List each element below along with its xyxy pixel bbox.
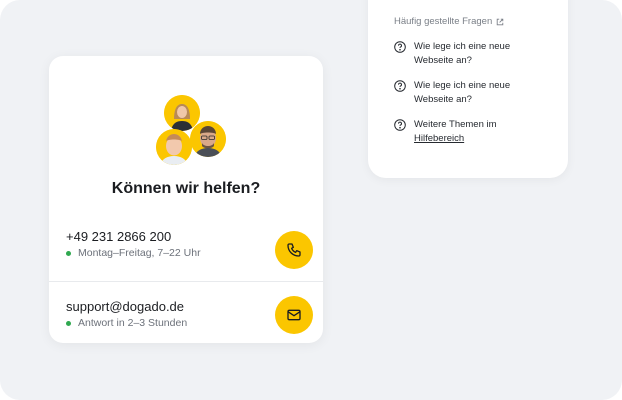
status-dot [66, 250, 71, 256]
status-dot [66, 320, 71, 326]
avatar [190, 121, 226, 157]
contact-card: Können wir helfen? +49 231 2866 200 Mont… [49, 56, 323, 343]
faq-heading-label: Häufig gestellte Fragen [394, 16, 493, 27]
phone-hours-text: Montag–Freitag, 7–22 Uhr [78, 247, 201, 259]
call-button[interactable] [275, 231, 313, 269]
external-link-icon [496, 18, 504, 25]
faq-item-text: Wie lege ich eine neue Webseite an? [414, 80, 511, 105]
background-canvas: Häufig gestellte Fragen Wie lege ich ein… [0, 0, 622, 400]
faq-panel: Häufig gestellte Fragen Wie lege ich ein… [368, 0, 568, 178]
email-response-time: Antwort in 2–3 Stunden [66, 317, 187, 329]
faq-more-text: Weitere Themen im Hilfebereich [414, 118, 544, 145]
faq-heading[interactable]: Häufig gestellte Fragen [394, 16, 504, 27]
faq-item-text: Wie lege ich eine neue Webseite an? [414, 41, 511, 66]
phone-hours: Montag–Freitag, 7–22 Uhr [66, 247, 201, 259]
question-circle-icon [394, 41, 406, 53]
support-email[interactable]: support@dogado.de [66, 299, 184, 314]
faq-more: Weitere Themen im Hilfebereich [394, 118, 544, 145]
phone-icon [287, 243, 301, 257]
avatar [156, 129, 192, 165]
question-circle-icon [394, 119, 406, 131]
divider [49, 281, 323, 282]
mail-icon [287, 309, 301, 321]
team-avatars [49, 56, 323, 176]
faq-item[interactable]: Wie lege ich eine neue Webseite an? [394, 40, 544, 67]
question-circle-icon [394, 80, 406, 92]
phone-number: +49 231 2866 200 [66, 229, 172, 244]
card-title: Können wir helfen? [111, 180, 261, 197]
help-area-link[interactable]: Hilfebereich [414, 133, 464, 144]
faq-item[interactable]: Wie lege ich eine neue Webseite an? [394, 79, 544, 106]
email-response-text: Antwort in 2–3 Stunden [78, 317, 188, 329]
faq-more-label: Weitere Themen im [414, 119, 497, 130]
email-button[interactable] [275, 296, 313, 334]
